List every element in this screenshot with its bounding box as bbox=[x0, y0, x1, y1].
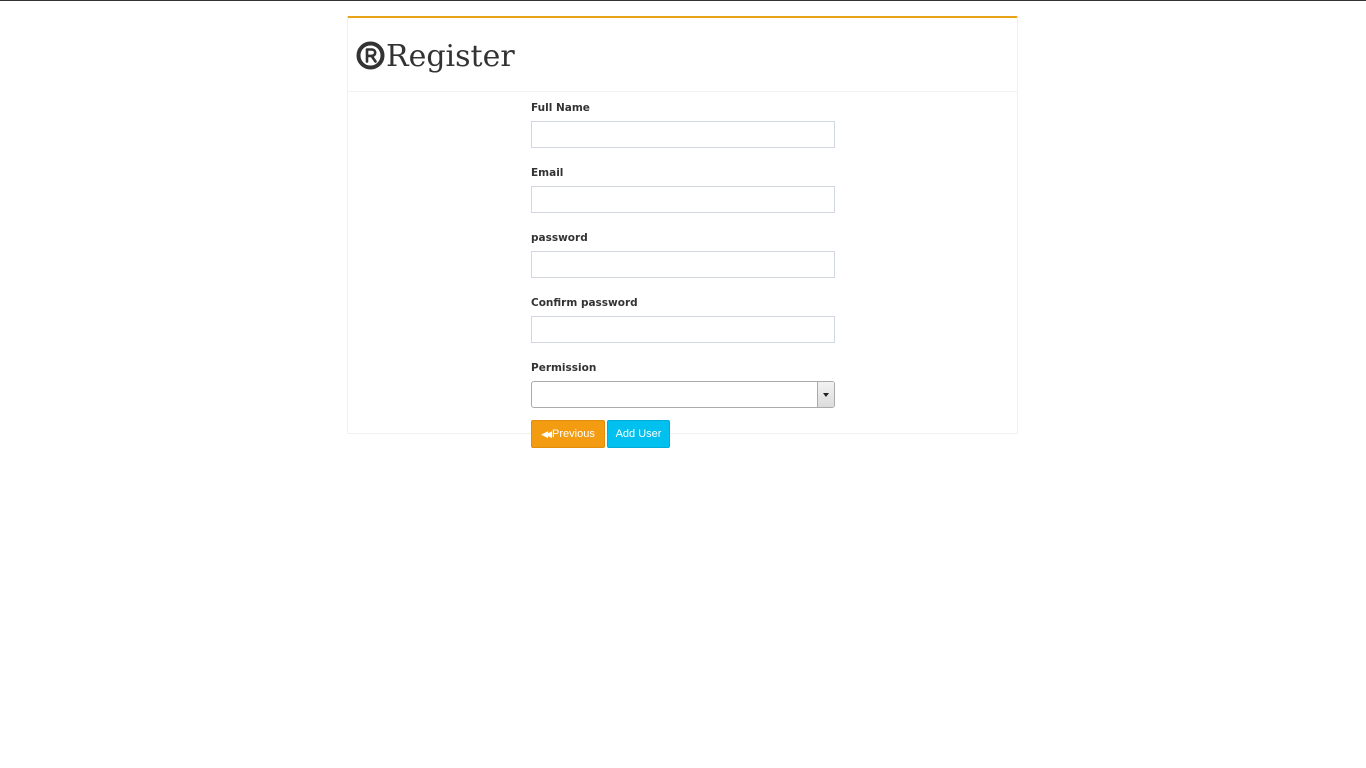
register-form: Full Name Email password Confirm passwor… bbox=[531, 102, 835, 448]
register-box: Register Full Name Email password Confir… bbox=[347, 16, 1018, 448]
registered-icon bbox=[356, 41, 385, 69]
permission-group: Permission bbox=[531, 362, 835, 408]
form-actions: ◀◀ Previous Add User bbox=[531, 420, 835, 448]
previous-button[interactable]: ◀◀ Previous bbox=[531, 420, 605, 448]
confirm-password-label: Confirm password bbox=[531, 297, 638, 309]
password-label: password bbox=[531, 232, 588, 244]
permission-dropdown-toggle[interactable] bbox=[817, 382, 834, 407]
confirm-password-group: Confirm password bbox=[531, 297, 835, 343]
email-label: Email bbox=[531, 167, 564, 179]
previous-button-label: Previous bbox=[552, 428, 595, 440]
password-input[interactable] bbox=[531, 251, 835, 278]
permission-select[interactable] bbox=[531, 381, 835, 408]
add-user-button[interactable]: Add User bbox=[607, 420, 670, 448]
top-border-line bbox=[0, 0, 1366, 1]
email-input[interactable] bbox=[531, 186, 835, 213]
confirm-password-input[interactable] bbox=[531, 316, 835, 343]
page-title: Register bbox=[356, 40, 515, 74]
password-group: password bbox=[531, 232, 835, 278]
email-group: Email bbox=[531, 167, 835, 213]
full-name-group: Full Name bbox=[531, 102, 835, 148]
add-user-button-label: Add User bbox=[615, 428, 662, 440]
full-name-label: Full Name bbox=[531, 102, 590, 114]
caret-down-icon bbox=[823, 393, 829, 397]
page-title-text: Register bbox=[386, 39, 515, 74]
fast-backward-icon: ◀◀ bbox=[541, 428, 552, 439]
box-header: Register bbox=[348, 18, 1017, 92]
full-name-input[interactable] bbox=[531, 121, 835, 148]
permission-label: Permission bbox=[531, 362, 597, 374]
